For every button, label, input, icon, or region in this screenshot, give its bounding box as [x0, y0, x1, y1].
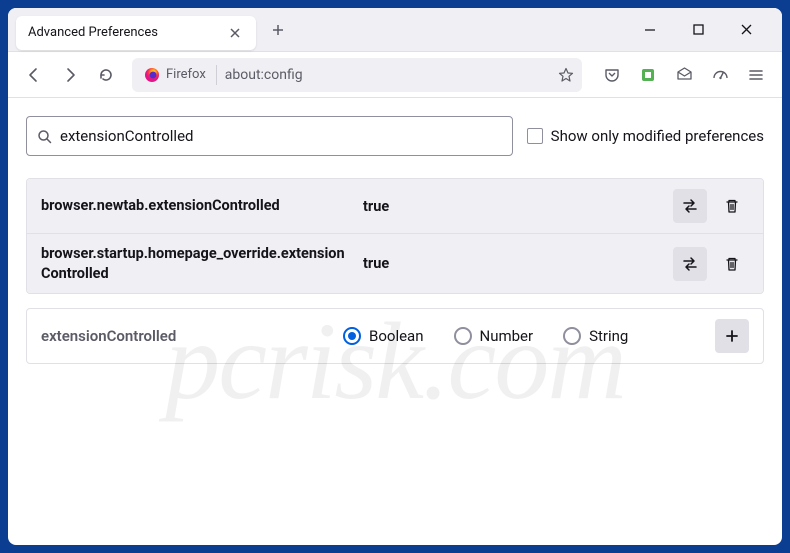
new-tab-button[interactable] — [262, 14, 294, 46]
preference-value: true — [363, 198, 661, 215]
radio-label: String — [589, 327, 628, 345]
preference-results: browser.newtab.extensionControlled true … — [26, 178, 764, 294]
back-button[interactable] — [18, 59, 50, 91]
search-icon — [37, 129, 52, 144]
browser-tab[interactable]: Advanced Preferences — [16, 16, 256, 50]
radio-icon — [343, 327, 361, 345]
row-actions — [673, 247, 749, 281]
dashboard-button[interactable] — [704, 59, 736, 91]
show-only-modified-checkbox[interactable]: Show only modified preferences — [527, 127, 764, 145]
navigation-toolbar: Firefox about:config — [8, 52, 782, 98]
window-controls — [630, 14, 766, 46]
bookmark-star-icon[interactable] — [558, 67, 574, 83]
add-preference-name: extensionControlled — [41, 327, 331, 345]
radio-string[interactable]: String — [563, 327, 628, 345]
tab-close-button[interactable] — [226, 24, 244, 42]
pocket-button[interactable] — [596, 59, 628, 91]
checkbox-label: Show only modified preferences — [551, 127, 764, 145]
radio-number[interactable]: Number — [454, 327, 534, 345]
type-radio-group: Boolean Number String — [343, 327, 703, 345]
close-window-button[interactable] — [726, 14, 766, 46]
delete-button[interactable] — [715, 247, 749, 281]
delete-button[interactable] — [715, 189, 749, 223]
inbox-button[interactable] — [668, 59, 700, 91]
preference-search-input[interactable] — [60, 127, 502, 145]
reload-button[interactable] — [90, 59, 122, 91]
toggle-button[interactable] — [673, 247, 707, 281]
toolbar-actions — [596, 59, 772, 91]
content-area: Show only modified preferences browser.n… — [8, 98, 782, 545]
maximize-button[interactable] — [678, 14, 718, 46]
preference-row: browser.startup.homepage_override.extens… — [27, 233, 763, 293]
preference-row: browser.newtab.extensionControlled true — [27, 179, 763, 233]
forward-button[interactable] — [54, 59, 86, 91]
radio-icon — [454, 327, 472, 345]
identity-box[interactable]: Firefox — [140, 65, 217, 85]
checkbox-icon — [527, 128, 543, 144]
radio-label: Boolean — [369, 327, 424, 345]
radio-label: Number — [480, 327, 534, 345]
extension-button[interactable] — [632, 59, 664, 91]
titlebar: Advanced Preferences — [8, 8, 782, 52]
firefox-icon — [144, 67, 160, 83]
browser-window: Advanced Preferences — [8, 8, 782, 545]
preference-name: browser.newtab.extensionControlled — [41, 196, 351, 216]
preference-search-box[interactable] — [26, 116, 513, 156]
toggle-button[interactable] — [673, 189, 707, 223]
add-preference-row: extensionControlled Boolean Number Strin… — [26, 308, 764, 364]
search-row: Show only modified preferences — [26, 116, 764, 156]
tab-title: Advanced Preferences — [28, 25, 226, 40]
preference-name: browser.startup.homepage_override.extens… — [41, 244, 351, 283]
minimize-button[interactable] — [630, 14, 670, 46]
preference-value: true — [363, 255, 661, 272]
url-bar[interactable]: Firefox about:config — [132, 58, 582, 92]
radio-icon — [563, 327, 581, 345]
add-button[interactable] — [715, 319, 749, 353]
url-text: about:config — [225, 67, 550, 83]
app-menu-button[interactable] — [740, 59, 772, 91]
row-actions — [673, 189, 749, 223]
radio-boolean[interactable]: Boolean — [343, 327, 424, 345]
identity-label: Firefox — [166, 67, 206, 82]
